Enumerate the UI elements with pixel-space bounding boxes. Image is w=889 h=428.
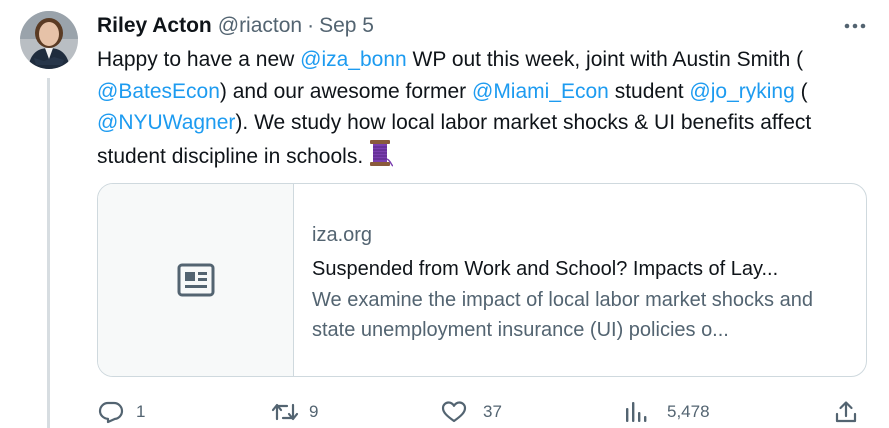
- like-count: 37: [483, 402, 502, 421]
- more-options-button[interactable]: [838, 14, 872, 38]
- tweet-header: Riley Acton @riacton · Sep 5: [97, 12, 374, 40]
- mention-link[interactable]: @iza_bonn: [300, 48, 407, 71]
- more-dots-icon: [844, 23, 866, 29]
- thread-spool-emoji-icon: [367, 139, 394, 177]
- card-title: Suspended from Work and School? Impacts …: [312, 258, 779, 280]
- author-handle[interactable]: @riacton: [218, 14, 302, 38]
- retweet-icon: [271, 403, 299, 421]
- retweet-button[interactable]: 9: [271, 396, 318, 428]
- share-icon: [835, 401, 857, 423]
- link-preview-card[interactable]: iza.org Suspended from Work and School? …: [97, 183, 867, 377]
- reply-icon: [98, 401, 124, 424]
- separator-dot: ·: [307, 14, 315, 37]
- mention-link[interactable]: @jo_ryking: [689, 80, 794, 103]
- thread-line: [47, 78, 50, 428]
- text-segment: Happy to have a new: [97, 48, 301, 71]
- views-icon: [626, 402, 647, 422]
- card-description: We examine the impact of local labor mar…: [312, 289, 813, 341]
- like-button[interactable]: 37: [441, 396, 502, 428]
- retweet-count: 9: [309, 402, 319, 421]
- card-thumbnail: [98, 184, 294, 376]
- author-name[interactable]: Riley Acton: [97, 14, 212, 38]
- text-segment: WP out this week, joint with Austin Smit…: [406, 48, 804, 71]
- mention-link[interactable]: @NYUWagner: [97, 111, 235, 134]
- tweet-text: Happy to have a new @iza_bonn WP out thi…: [97, 44, 877, 176]
- share-button[interactable]: [834, 396, 858, 428]
- text-segment: student: [608, 79, 690, 103]
- heart-icon: [441, 401, 467, 423]
- views-button[interactable]: 5,478: [623, 396, 710, 428]
- reply-count: 1: [136, 402, 146, 421]
- mention-link[interactable]: @Miami_Econ: [472, 80, 609, 103]
- action-bar: 1 9 37 5,478: [0, 396, 889, 428]
- reply-button[interactable]: 1: [98, 396, 145, 428]
- text-segment: ) and our awesome former: [219, 79, 472, 103]
- card-body: iza.org Suspended from Work and School? …: [294, 184, 839, 376]
- avatar[interactable]: [20, 11, 78, 69]
- views-count: 5,478: [667, 402, 710, 421]
- card-domain: iza.org: [312, 224, 373, 246]
- tweet-date[interactable]: Sep 5: [319, 14, 374, 38]
- avatar-photo: [20, 11, 78, 69]
- text-segment: (: [794, 79, 808, 103]
- article-icon: [177, 263, 214, 297]
- mention-link[interactable]: @BatesEcon: [97, 80, 220, 103]
